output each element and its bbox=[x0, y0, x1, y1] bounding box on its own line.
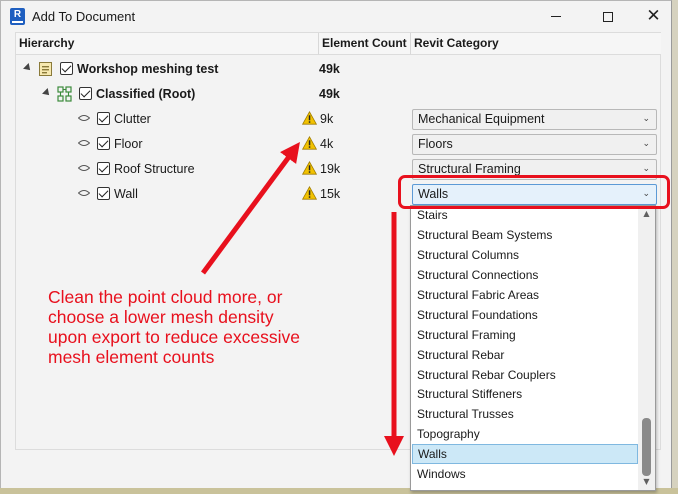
dropdown-option[interactable]: Windows bbox=[412, 465, 638, 485]
dropdown-option[interactable]: Structural Stiffeners bbox=[412, 385, 638, 405]
annotation-line: upon export to reduce excessive bbox=[48, 327, 300, 347]
annotation-highlight-box bbox=[398, 175, 670, 209]
maximize-icon bbox=[602, 11, 613, 22]
selected-category: Floors bbox=[418, 137, 453, 151]
column-header-revit-category[interactable]: Revit Category bbox=[411, 33, 661, 55]
tree-item-label: Roof Structure bbox=[114, 162, 195, 176]
title-bar: R Add To Document ✕ bbox=[1, 1, 671, 32]
dropdown-scrollbar[interactable]: ▲ ▼ bbox=[638, 206, 655, 490]
annotation-line: mesh element counts bbox=[48, 347, 215, 367]
row-checkbox[interactable] bbox=[97, 162, 110, 175]
dropdown-option[interactable]: Stairs bbox=[412, 206, 638, 226]
scroll-thumb[interactable] bbox=[642, 418, 651, 476]
minimize-icon bbox=[550, 16, 561, 17]
dropdown-option[interactable]: Structural Foundations bbox=[412, 306, 638, 326]
chevron-down-icon: ⌄ bbox=[642, 139, 650, 149]
tree-row[interactable]: Clutter 9k Mechanical Equipment ⌄ bbox=[16, 107, 662, 132]
background-strip bbox=[672, 0, 678, 494]
dropdown-option[interactable]: Structural Connections bbox=[412, 266, 638, 286]
row-checkbox[interactable] bbox=[97, 187, 110, 200]
annotation-line: choose a lower mesh density bbox=[48, 307, 274, 327]
annotation-line: Clean the point cloud more, or bbox=[48, 287, 283, 307]
expand-collapse-icon[interactable] bbox=[23, 63, 33, 73]
annotation-text: Clean the point cloud more, or choose a … bbox=[48, 287, 378, 367]
row-checkbox[interactable] bbox=[60, 62, 73, 75]
dropdown-option[interactable]: Structural Columns bbox=[412, 246, 638, 266]
warning-icon bbox=[302, 161, 317, 175]
dropdown-option[interactable]: Structural Beam Systems bbox=[412, 226, 638, 246]
tree-item-label: Workshop meshing test bbox=[77, 62, 219, 76]
dropdown-option-selected[interactable]: Walls bbox=[412, 444, 638, 464]
classification-icon bbox=[57, 86, 72, 102]
element-count: 15k bbox=[320, 187, 341, 201]
revit-app-icon: R bbox=[10, 8, 25, 25]
document-icon bbox=[39, 62, 52, 76]
visibility-eye-icon[interactable] bbox=[78, 164, 90, 172]
dropdown-option[interactable]: Structural Fabric Areas bbox=[412, 286, 638, 306]
selected-category: Mechanical Equipment bbox=[418, 112, 545, 126]
dropdown-option[interactable]: Topography bbox=[412, 425, 638, 445]
element-count: 9k bbox=[320, 112, 334, 126]
warning-icon bbox=[302, 136, 317, 150]
row-checkbox[interactable] bbox=[79, 87, 92, 100]
tree-item-label: Classified (Root) bbox=[96, 87, 196, 101]
visibility-eye-icon[interactable] bbox=[78, 189, 90, 197]
expand-collapse-icon[interactable] bbox=[42, 88, 52, 98]
dropdown-option[interactable]: Structural Framing bbox=[412, 326, 638, 346]
dropdown-option[interactable]: Structural Trusses bbox=[412, 405, 638, 425]
close-button[interactable]: ✕ bbox=[631, 1, 676, 32]
scroll-down-arrow-icon[interactable]: ▼ bbox=[638, 474, 655, 490]
element-count: 19k bbox=[320, 162, 341, 176]
minimize-button[interactable] bbox=[533, 1, 578, 32]
revit-category-select[interactable]: Mechanical Equipment ⌄ bbox=[412, 109, 657, 130]
chevron-down-icon: ⌄ bbox=[642, 114, 650, 124]
revit-category-dropdown-list[interactable]: Stairs Structural Beam Systems Structura… bbox=[410, 205, 656, 491]
warning-icon bbox=[302, 111, 317, 125]
tree-row[interactable]: Workshop meshing test 49k bbox=[16, 57, 662, 82]
element-count: 49k bbox=[319, 62, 340, 76]
element-count: 4k bbox=[320, 137, 334, 151]
row-checkbox[interactable] bbox=[97, 112, 110, 125]
tree-item-label: Wall bbox=[114, 187, 138, 201]
revit-category-select[interactable]: Floors ⌄ bbox=[412, 134, 657, 155]
dropdown-option[interactable]: Structural Rebar Couplers bbox=[412, 366, 638, 386]
column-header-element-count[interactable]: Element Count bbox=[319, 33, 411, 55]
tree-row[interactable]: Floor 4k Floors ⌄ bbox=[16, 132, 662, 157]
close-icon: ✕ bbox=[646, 6, 661, 26]
tree-item-label: Floor bbox=[114, 137, 143, 151]
tree-row[interactable]: Classified (Root) 49k bbox=[16, 82, 662, 107]
visibility-eye-icon[interactable] bbox=[78, 139, 90, 147]
column-header-hierarchy[interactable]: Hierarchy bbox=[16, 33, 319, 55]
element-count: 49k bbox=[319, 87, 340, 101]
tree-item-label: Clutter bbox=[114, 112, 151, 126]
visibility-eye-icon[interactable] bbox=[78, 114, 90, 122]
warning-icon bbox=[302, 186, 317, 200]
window-title: Add To Document bbox=[32, 9, 136, 24]
selected-category: Structural Framing bbox=[418, 162, 521, 176]
maximize-button[interactable] bbox=[585, 1, 630, 32]
row-checkbox[interactable] bbox=[97, 137, 110, 150]
dropdown-option[interactable]: Structural Rebar bbox=[412, 346, 638, 366]
